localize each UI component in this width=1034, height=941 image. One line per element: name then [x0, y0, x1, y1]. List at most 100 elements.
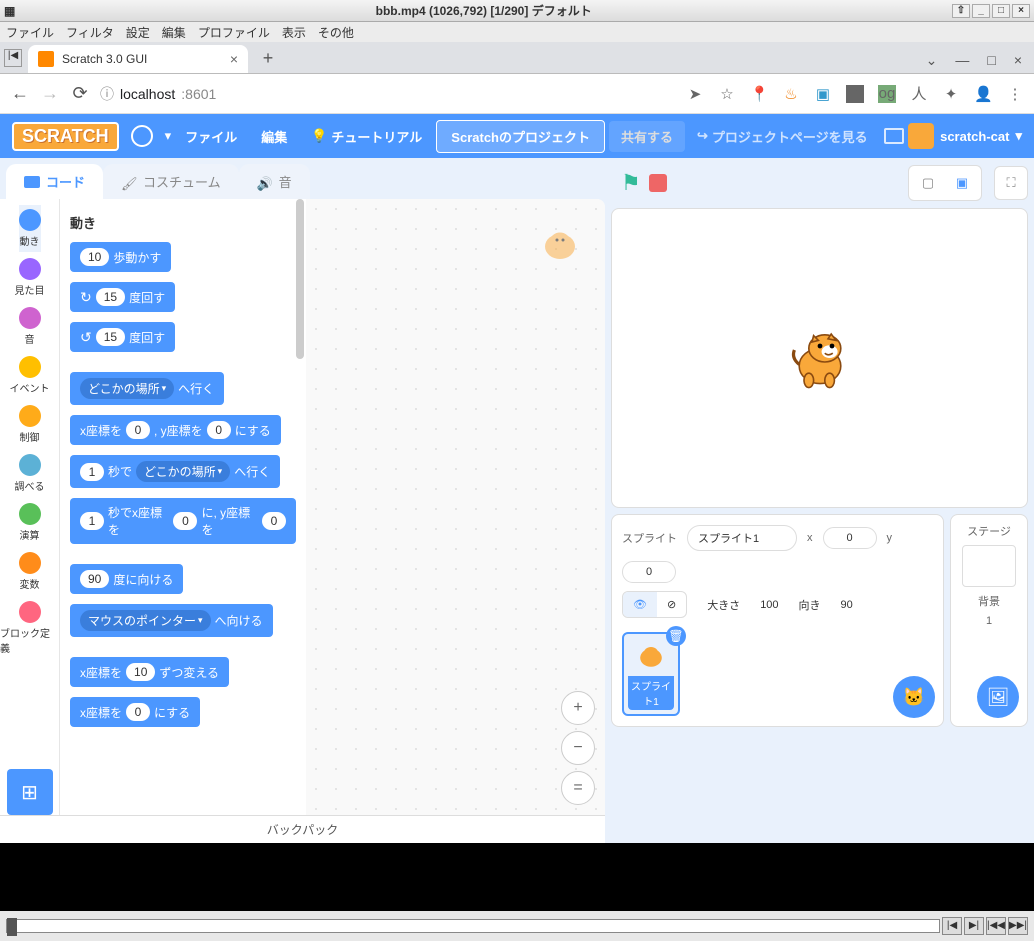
os-pin[interactable]: ⇧	[952, 4, 970, 18]
block-input[interactable]: 0	[262, 512, 286, 530]
menu-settings[interactable]: 設定	[126, 24, 150, 40]
fullscreen-button[interactable]: ⛶	[994, 166, 1028, 200]
next-frame-button[interactable]: ▶|	[964, 917, 984, 935]
window-maximize[interactable]: □	[987, 52, 995, 69]
user-menu[interactable]: scratch-cat ▾	[908, 123, 1022, 149]
ext-seven-icon[interactable]: 7	[846, 85, 864, 103]
block-dropdown[interactable]: どこかの場所	[80, 378, 174, 399]
new-tab-button[interactable]: +	[256, 48, 280, 69]
zoom-out-button[interactable]: −	[561, 731, 595, 765]
tab-costumes[interactable]: 🖌コスチューム	[103, 164, 239, 199]
ext-person-icon[interactable]: 人	[910, 83, 928, 104]
menu-view[interactable]: 表示	[282, 24, 306, 40]
cat-sensing[interactable]: 調べる	[15, 450, 45, 497]
block-dropdown[interactable]: マウスのポインター	[80, 610, 211, 631]
cat-myblocks[interactable]: ブロック定義	[0, 597, 59, 659]
os-maximize[interactable]: □	[992, 4, 1010, 18]
menu-edit-scratch[interactable]: 編集	[251, 121, 297, 152]
sprite-y-input[interactable]: 0	[622, 561, 676, 583]
cat-operators[interactable]: 演算	[19, 499, 41, 546]
stage-small-button[interactable]: ▢	[913, 170, 943, 196]
site-info-icon[interactable]: ⓘ	[100, 84, 114, 104]
share-button[interactable]: 共有する	[609, 121, 685, 152]
nav-reload-icon[interactable]: ⟳	[70, 83, 90, 104]
globe-icon[interactable]	[131, 125, 153, 147]
profile-icon[interactable]: 👤	[974, 85, 992, 103]
extensions-icon[interactable]: ✦	[942, 85, 960, 103]
sprite-size-input[interactable]: 100	[760, 599, 778, 611]
tab-close-icon[interactable]: ×	[230, 51, 238, 67]
block-input[interactable]: 1	[80, 463, 104, 481]
green-flag-icon[interactable]: ⚑	[621, 170, 641, 196]
add-sprite-button[interactable]: 🐱	[893, 676, 935, 718]
sprite-dir-input[interactable]: 90	[841, 599, 853, 611]
tabs-chevron-icon[interactable]: ⌄	[926, 52, 938, 69]
project-title-input[interactable]: Scratchのプロジェクト	[436, 120, 605, 153]
block-input[interactable]: 1	[80, 512, 104, 530]
zoom-in-button[interactable]: +	[561, 691, 595, 725]
send-icon[interactable]: ➤	[686, 85, 704, 103]
os-minimize[interactable]: _	[972, 4, 990, 18]
block-goto-xy[interactable]: x座標を0, y座標を0にする	[70, 415, 281, 445]
block-input[interactable]: 15	[96, 328, 125, 346]
tab-sounds[interactable]: 🔊音	[239, 164, 310, 199]
block-turn-ccw[interactable]: ↺15度回す	[70, 322, 175, 352]
menu-tutorials[interactable]: 💡チュートリアル	[301, 121, 432, 152]
block-input[interactable]: 0	[126, 421, 150, 439]
window-close[interactable]: ×	[1014, 52, 1022, 69]
browser-menu-icon[interactable]: ⋮	[1006, 85, 1024, 103]
block-glide-xy[interactable]: 1秒でx座標を0に, y座標を0	[70, 498, 296, 544]
block-input[interactable]: 10	[80, 248, 109, 266]
stop-icon[interactable]	[649, 174, 667, 192]
prev-frame-button[interactable]: |◀	[942, 917, 962, 935]
cat-variables[interactable]: 変数	[19, 548, 41, 595]
nav-forward-icon[interactable]: →	[40, 83, 60, 104]
stage[interactable]	[611, 208, 1028, 508]
block-goto-menu[interactable]: どこかの場所へ行く	[70, 372, 224, 405]
stage-thumb[interactable]	[962, 545, 1016, 587]
block-input[interactable]: 0	[173, 512, 197, 530]
cat-motion[interactable]: 動き	[19, 205, 41, 252]
block-glide-menu[interactable]: 1秒でどこかの場所へ行く	[70, 455, 280, 488]
stage-sprite-cat[interactable]	[780, 318, 860, 398]
block-change-x[interactable]: x座標を10ずつ変える	[70, 657, 229, 687]
block-input[interactable]: 10	[126, 663, 155, 681]
cat-sound[interactable]: 音	[19, 303, 41, 350]
sprite-name-input[interactable]: スプライト1	[687, 525, 797, 551]
block-palette[interactable]: 動き 10歩動かす ↻15度回す ↺15度回す どこかの場所へ行く x座標を0,…	[60, 199, 306, 815]
nav-back-icon[interactable]: ←	[10, 83, 30, 104]
block-point-towards[interactable]: マウスのポインターへ向ける	[70, 604, 273, 637]
block-dropdown[interactable]: どこかの場所	[136, 461, 230, 482]
cat-control[interactable]: 制御	[19, 401, 41, 448]
add-backdrop-button[interactable]: 🖼	[977, 676, 1019, 718]
hide-button[interactable]: ⊘	[657, 592, 686, 617]
ext-square-icon[interactable]: ▣	[814, 85, 832, 103]
block-input[interactable]: 15	[96, 288, 125, 306]
stage-large-button[interactable]: ▣	[947, 170, 977, 196]
see-project-page[interactable]: ↪プロジェクトページを見る	[697, 127, 868, 146]
sprite-x-input[interactable]: 0	[823, 527, 877, 549]
os-close[interactable]: ×	[1012, 4, 1030, 18]
add-extension-button[interactable]: ⊞	[7, 769, 53, 815]
scratch-logo[interactable]: SCRATCH	[12, 122, 119, 151]
last-frame-button[interactable]: ▶▶|	[1008, 917, 1028, 935]
ext-flame-icon[interactable]: ♨	[782, 85, 800, 103]
browser-tab[interactable]: Scratch 3.0 GUI ×	[28, 45, 248, 73]
delete-sprite-button[interactable]: 🗑	[666, 626, 686, 646]
palette-scrollbar[interactable]	[296, 199, 304, 359]
ext-pin-icon[interactable]: 📍	[750, 85, 768, 103]
seek-track[interactable]	[6, 919, 940, 933]
block-turn-cw[interactable]: ↻15度回す	[70, 282, 175, 312]
show-button[interactable]: 👁	[623, 592, 657, 617]
tab-code[interactable]: コード	[6, 164, 103, 199]
script-area[interactable]: + − =	[306, 199, 605, 815]
menu-edit[interactable]: 編集	[162, 24, 186, 40]
cat-events[interactable]: イベント	[10, 352, 50, 399]
zoom-reset-button[interactable]: =	[561, 771, 595, 805]
first-frame-button[interactable]: |◀◀	[986, 917, 1006, 935]
sprite-thumb[interactable]: 🗑 スプライト1	[622, 632, 680, 716]
folder-icon[interactable]	[884, 128, 904, 144]
block-input[interactable]: 0	[207, 421, 231, 439]
tab-scroll-first-icon[interactable]: |◀	[4, 49, 22, 67]
seek-thumb[interactable]	[7, 918, 17, 936]
